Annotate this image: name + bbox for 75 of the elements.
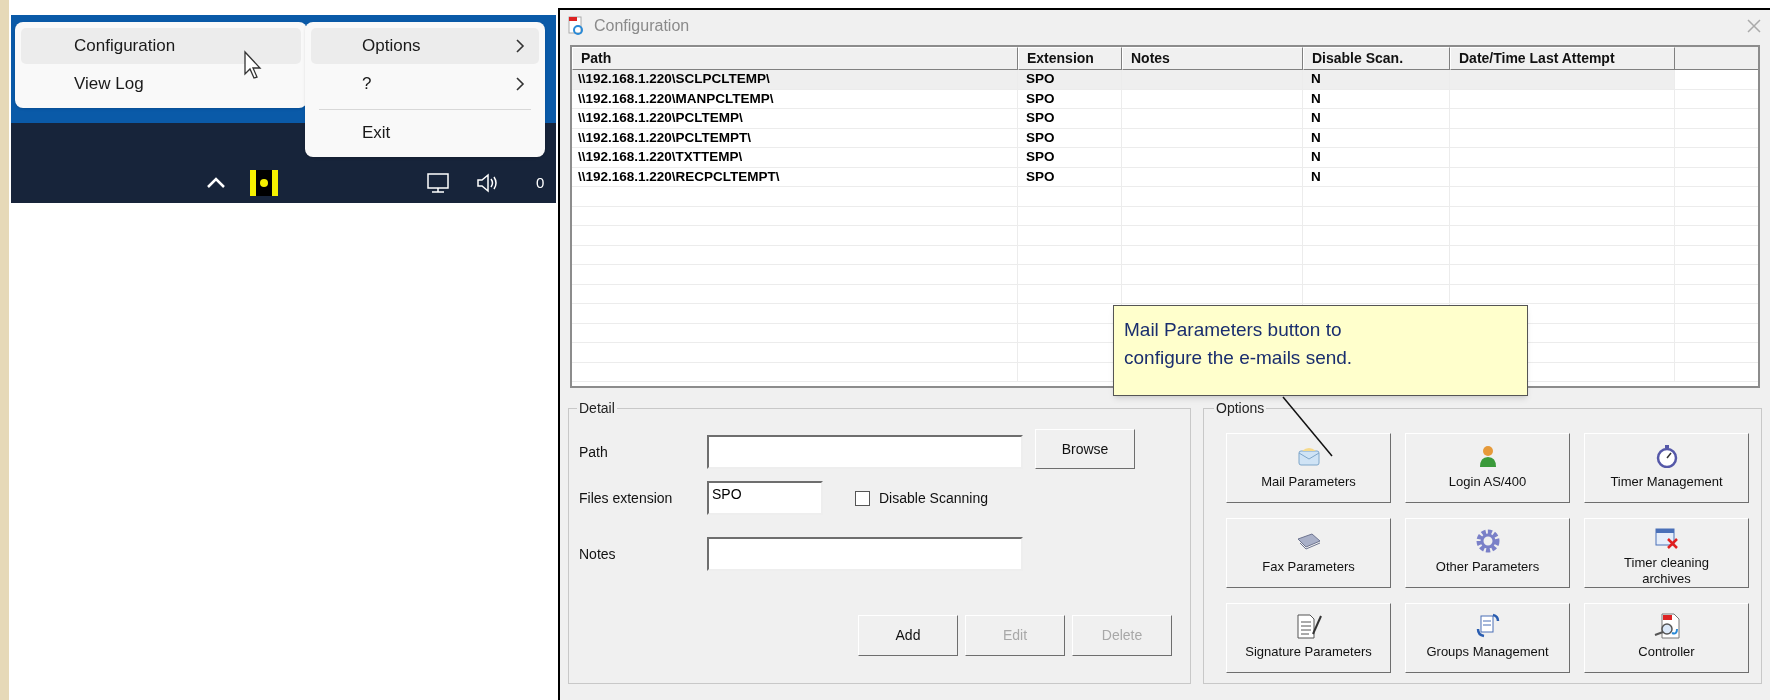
option-button[interactable]: Login AS/400 — [1405, 433, 1570, 503]
calendar-delete-icon — [1654, 528, 1679, 550]
document-pen-icon — [1294, 612, 1323, 640]
clock-text: 0 — [536, 172, 545, 193]
menu-item[interactable]: Exit — [311, 115, 539, 151]
table-cell-text: \\192.168.1.220\RECPCLTEMPT\ — [578, 167, 780, 186]
table-cell-text: N — [1311, 128, 1321, 147]
table-cell-text: SPO — [1026, 167, 1055, 186]
option-button[interactable]: Mail Parameters — [1226, 433, 1391, 503]
table-cell-text: SPO — [1026, 70, 1055, 89]
chevron-right-icon — [516, 39, 525, 53]
action-button[interactable]: Add — [858, 615, 958, 656]
checkbox-label: Disable Scanning — [879, 488, 988, 508]
chevron-up-icon[interactable] — [206, 177, 226, 189]
group-title: Detail — [578, 399, 616, 418]
table-row[interactable]: \\192.168.1.220\MANPCLTEMP\ SPO N — [572, 89, 1758, 109]
table-row[interactable]: \\192.168.1.220\PCLTEMPT\ SPO N — [572, 128, 1758, 148]
table-cell-text: SPO — [1026, 109, 1055, 128]
column-header[interactable]: Extension — [1018, 47, 1122, 70]
leader-line — [1282, 396, 1334, 458]
group-title: Options — [1215, 399, 1266, 418]
table-cell-text: N — [1311, 89, 1321, 108]
table-cell-text: SPO — [1026, 89, 1055, 108]
person-icon — [1477, 444, 1498, 468]
table-cell-text: N — [1311, 148, 1321, 167]
column-header[interactable]: Date/Time Last Attempt — [1450, 47, 1675, 70]
mouse-cursor-icon — [243, 50, 263, 80]
fax-icon — [1295, 531, 1322, 551]
column-header[interactable]: Path — [572, 47, 1018, 70]
app-tray-icon[interactable] — [250, 170, 278, 196]
menu-item[interactable]: View Log — [21, 66, 301, 102]
callout-text: configure the e-mails send. — [1124, 346, 1354, 370]
column-header[interactable]: Notes — [1122, 47, 1303, 70]
table-cell-text: N — [1311, 167, 1321, 186]
option-button[interactable]: Controller — [1584, 603, 1749, 673]
path-field[interactable] — [707, 435, 1023, 469]
checkbox[interactable] — [855, 490, 870, 506]
table-cell-text: \\192.168.1.220\PCLTEMPT\ — [578, 128, 752, 147]
option-button[interactable]: Other Parameters — [1405, 518, 1570, 588]
window-title: Configuration — [594, 16, 690, 36]
option-button[interactable]: Signature Parameters — [1226, 603, 1391, 673]
table-row[interactable]: \\192.168.1.220\PCLTEMP\ SPO N — [572, 109, 1758, 129]
table-row[interactable]: \\192.168.1.220\TXTTEMP\ SPO N — [572, 148, 1758, 168]
option-button[interactable]: Timer cleaning archives — [1584, 518, 1749, 588]
gear-icon — [1475, 529, 1500, 553]
table-cell-text: N — [1311, 70, 1321, 89]
menu-item[interactable]: Options — [311, 28, 539, 64]
notes-field[interactable] — [707, 537, 1023, 571]
option-button[interactable]: Groups Management — [1405, 603, 1570, 673]
table-cell-text: SPO — [1026, 128, 1055, 147]
app-icon — [568, 16, 586, 36]
stopwatch-icon — [1655, 444, 1678, 468]
table-row[interactable]: \\192.168.1.220\SCLPCLTEMP\ SPO N — [572, 70, 1758, 90]
table-cell-text: \\192.168.1.220\TXTTEMP\ — [578, 148, 743, 167]
chevron-right-icon — [516, 77, 525, 91]
monitor-icon[interactable] — [426, 171, 452, 195]
menu-item[interactable]: Configuration — [21, 28, 301, 64]
table-cell-text: \\192.168.1.220\SCLPCLTEMP\ — [578, 70, 770, 89]
table-cell-text: \\192.168.1.220\PCLTEMP\ — [578, 109, 743, 128]
extension-field[interactable]: SPO — [707, 481, 823, 515]
browse-button[interactable]: Browse — [1035, 429, 1135, 469]
field-label: Path — [579, 442, 609, 462]
table-cell-text: SPO — [1026, 148, 1055, 167]
table-row[interactable]: \\192.168.1.220\RECPCLTEMPT\ SPO N — [572, 167, 1758, 187]
table-cell-text: N — [1311, 109, 1321, 128]
documents-sync-icon — [1475, 613, 1500, 639]
callout-text: Mail Parameters button to — [1124, 318, 1343, 342]
option-button[interactable]: Timer Management — [1584, 433, 1749, 503]
field-label: Notes — [579, 544, 617, 564]
envelope-icon — [1296, 445, 1321, 467]
option-button[interactable]: Fax Parameters — [1226, 518, 1391, 588]
table-cell-text: \\192.168.1.220\MANPCLTEMP\ — [578, 89, 774, 108]
column-header[interactable]: Disable Scan. — [1303, 47, 1450, 70]
menu-item[interactable]: ? — [311, 66, 539, 102]
field-label: Files extension — [579, 488, 674, 508]
